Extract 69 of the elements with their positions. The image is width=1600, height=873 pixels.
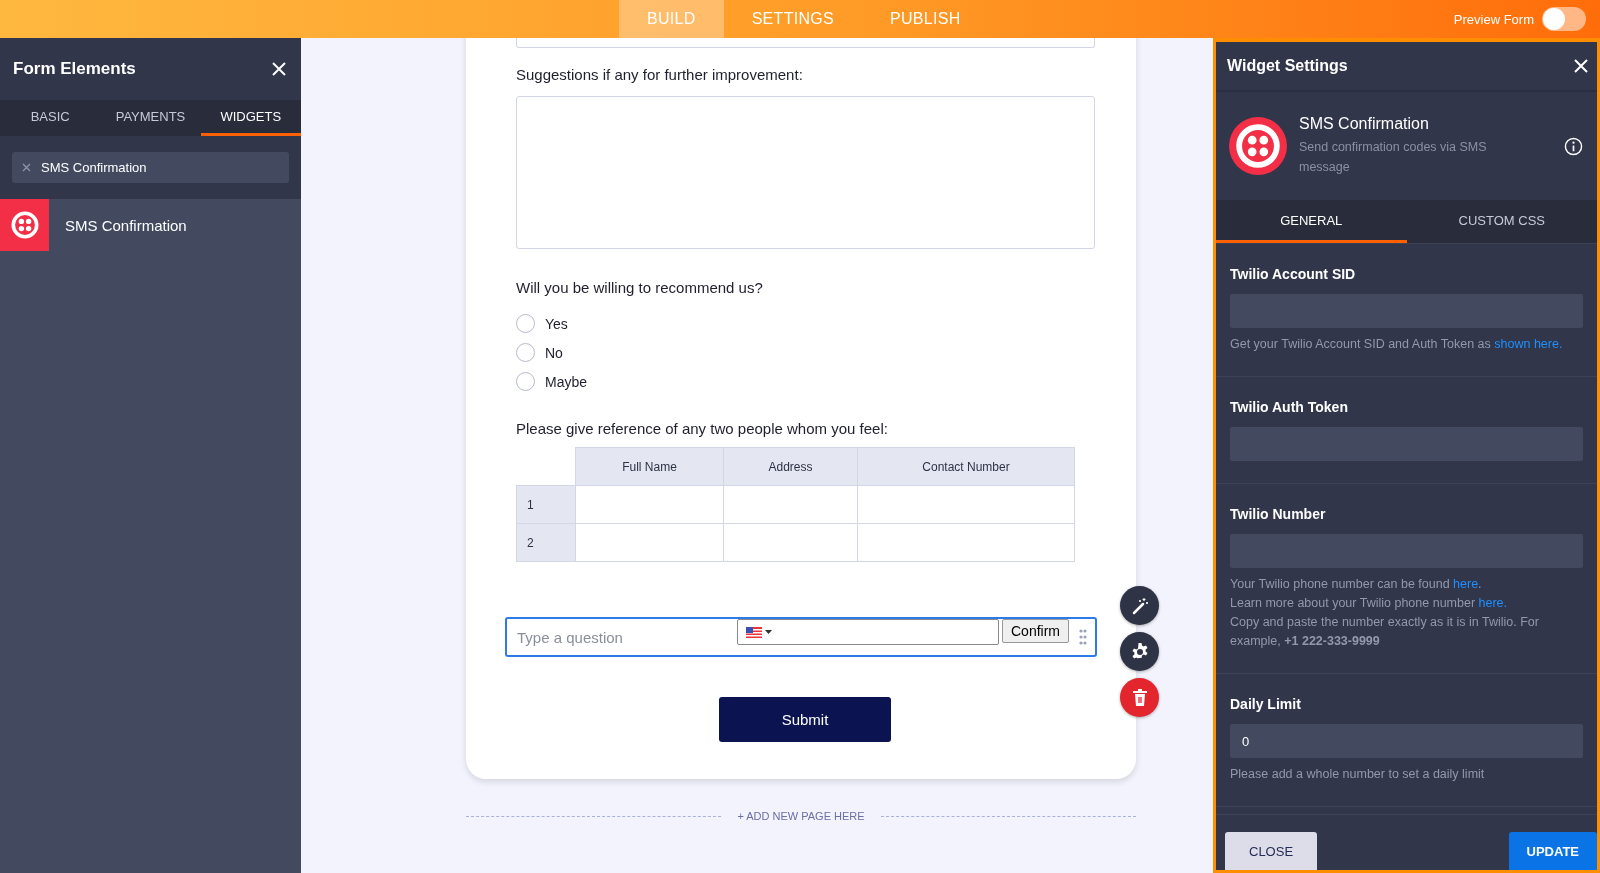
panel-tab[interactable]: PAYMENTS xyxy=(100,100,201,136)
table-cell[interactable] xyxy=(723,485,858,524)
hint-text: Get your Twilio Account SID and Auth Token as shown here. xyxy=(1230,336,1564,353)
close-icon xyxy=(1573,58,1589,74)
row-header: 2 xyxy=(516,523,576,562)
link[interactable]: here. xyxy=(1478,596,1508,610)
close-button[interactable] xyxy=(1573,58,1589,74)
widget-description: Send confirmation codes via SMS message xyxy=(1299,139,1488,176)
search-field[interactable]: SMS Confirmation xyxy=(12,152,289,183)
hint-text: Please add a whole number to set a daily limit xyxy=(1230,766,1486,783)
question-label: Suggestions if any for further improvement: xyxy=(516,66,804,83)
magic-wand-icon xyxy=(1130,596,1149,615)
search-value: SMS Confirmation xyxy=(41,160,147,175)
panel-title: Widget Settings xyxy=(1227,57,1348,75)
widget-name: SMS Confirmation xyxy=(1299,115,1430,133)
logo-icon xyxy=(1229,117,1287,175)
trash-icon xyxy=(1131,688,1148,707)
caret-icon xyxy=(765,630,772,634)
option-label: No xyxy=(545,344,563,361)
question-label: Will you be willing to recommend us? xyxy=(516,279,764,296)
question-label: Please give reference of any two people whom you feel: xyxy=(516,420,889,437)
panel-title: Form Elements xyxy=(13,59,136,79)
option-label: Maybe xyxy=(545,373,588,390)
field-label: Twilio Number xyxy=(1230,506,1327,522)
info-icon[interactable] xyxy=(1564,136,1583,156)
close-button[interactable] xyxy=(271,61,287,77)
text-input[interactable]: 0 xyxy=(1230,724,1583,758)
update-button[interactable]: UPDATE xyxy=(1508,832,1597,870)
widget-tab[interactable]: GENERAL xyxy=(1216,200,1407,243)
text-area[interactable] xyxy=(516,38,1095,48)
submit-button[interactable]: Submit xyxy=(719,697,891,742)
row-header: 1 xyxy=(516,485,576,524)
preview-toggle[interactable] xyxy=(1542,7,1586,31)
column-header: Address xyxy=(723,447,858,486)
delete-button[interactable] xyxy=(1120,678,1159,717)
link[interactable]: shown here. xyxy=(1494,337,1563,351)
field-label: Twilio Account SID xyxy=(1230,266,1357,282)
table-cell[interactable] xyxy=(575,485,724,524)
hint-text: Copy and paste the number exactly as it is in Twilio. For example, +1 222-333-9999 xyxy=(1230,614,1540,650)
table-cell[interactable] xyxy=(857,485,1075,524)
sms-field[interactable]: Type a question Confirm xyxy=(505,617,1097,657)
radio-button[interactable] xyxy=(516,343,535,362)
hint-text: Learn more about your Twilio phone number here. xyxy=(1230,595,1509,612)
panel-tab[interactable]: BASIC xyxy=(0,100,101,136)
hint-text: Your Twilio phone number can be found here. xyxy=(1230,576,1483,593)
field-label: Twilio Auth Token xyxy=(1230,399,1349,415)
table-cell[interactable] xyxy=(575,523,724,562)
field-label: Daily Limit xyxy=(1230,696,1302,712)
flag-icon xyxy=(746,626,762,638)
drag-handle-icon[interactable] xyxy=(1079,629,1087,645)
column-header: Full Name xyxy=(575,447,724,486)
radio-button[interactable] xyxy=(516,314,535,333)
text-area[interactable] xyxy=(516,96,1095,249)
settings-button[interactable] xyxy=(1120,632,1159,671)
column-header: Contact Number xyxy=(857,447,1075,486)
radio-button[interactable] xyxy=(516,372,535,391)
wand-button[interactable] xyxy=(1120,586,1159,625)
option-label: Yes xyxy=(545,315,568,332)
close-icon xyxy=(271,61,287,77)
add-page-link[interactable]: + ADD NEW PAGE HERE xyxy=(737,810,865,822)
clear-icon[interactable] xyxy=(22,163,31,172)
phone-input[interactable] xyxy=(737,619,999,645)
toggle-label: Preview Form xyxy=(1453,11,1534,27)
widget-tab[interactable]: CUSTOM CSS xyxy=(1406,200,1597,243)
table-cell[interactable] xyxy=(857,523,1075,562)
table-cell[interactable] xyxy=(723,523,858,562)
widget-name: SMS Confirmation xyxy=(65,216,187,234)
confirm-button[interactable]: Confirm xyxy=(1002,619,1069,643)
close-button[interactable]: CLOSE xyxy=(1225,832,1318,870)
